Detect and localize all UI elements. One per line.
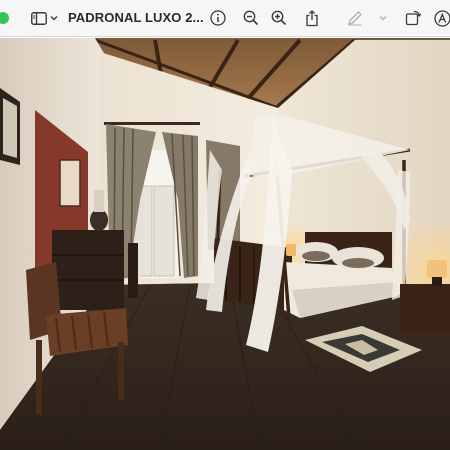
rotate-icon bbox=[405, 10, 421, 26]
nightstand bbox=[400, 284, 450, 334]
bedroom-photo bbox=[0, 38, 450, 450]
window-title: PADRONAL LUXO 2... bbox=[68, 10, 204, 25]
chevron-down-icon bbox=[379, 16, 387, 21]
annotate-button[interactable] bbox=[433, 8, 450, 28]
toolbar: PADRONAL LUXO 2... bbox=[0, 0, 450, 37]
info-button[interactable] bbox=[209, 8, 227, 28]
share-button[interactable] bbox=[303, 8, 321, 28]
framed-picture-inner bbox=[3, 98, 17, 158]
zoom-in-icon bbox=[271, 10, 287, 26]
curtain-rod bbox=[104, 122, 200, 125]
sidebar-icon bbox=[31, 11, 47, 25]
window-zoom-button[interactable] bbox=[0, 12, 9, 24]
dresser bbox=[52, 230, 124, 310]
pencil-icon bbox=[348, 11, 362, 26]
annotate-icon bbox=[433, 9, 450, 27]
door-panel bbox=[153, 185, 175, 277]
vase bbox=[90, 209, 108, 231]
image-canvas bbox=[0, 38, 450, 450]
table-lamp bbox=[427, 260, 447, 278]
rotate-button[interactable] bbox=[404, 8, 422, 28]
zoom-out-icon bbox=[243, 10, 259, 26]
zoom-in-button[interactable] bbox=[270, 8, 288, 28]
sidebar-menu-button[interactable] bbox=[50, 8, 58, 28]
sidebar-toggle-button[interactable] bbox=[30, 8, 48, 28]
share-icon bbox=[306, 9, 318, 26]
wall-art bbox=[59, 159, 81, 207]
markup-button[interactable] bbox=[346, 8, 364, 28]
markup-menu-button[interactable] bbox=[379, 8, 387, 28]
table-lamp bbox=[286, 244, 296, 256]
info-icon bbox=[210, 10, 226, 26]
zoom-out-button[interactable] bbox=[242, 8, 260, 28]
chevron-down-icon bbox=[50, 16, 58, 21]
preview-window: PADRONAL LUXO 2... bbox=[0, 0, 450, 450]
